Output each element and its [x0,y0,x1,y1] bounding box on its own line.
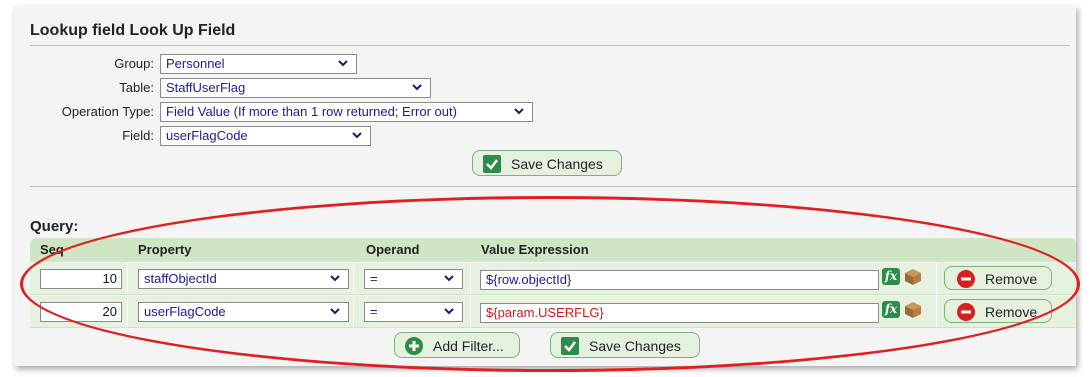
field-row: Field: [14,126,154,148]
group-row: Group: [14,54,154,76]
field-select[interactable]: userFlagCode [160,126,371,146]
table-row: Table: [14,78,154,100]
query-title: Query: [30,218,79,235]
group-label: Group: [114,56,154,71]
group-select-value: Personnel [166,56,225,71]
group-select[interactable]: Personnel [160,54,357,74]
chevron-down-icon [514,108,524,115]
table-select[interactable]: StaffUserFlag [160,78,431,98]
operation-select-value: Field Value (If more than 1 row returned… [166,104,457,119]
panel-title: Lookup field Look Up Field [30,22,236,39]
divider [30,45,1070,46]
operation-type-select[interactable]: Field Value (If more than 1 row returned… [160,102,533,122]
check-icon [483,155,501,173]
save-changes-button[interactable]: Save Changes [472,150,622,176]
table-select-value: StaffUserFlag [166,80,246,95]
chevron-down-icon [338,60,348,67]
operation-row: Operation Type: [14,102,154,124]
chevron-down-icon [412,84,422,91]
save-changes-label: Save Changes [511,156,603,172]
annotation-ellipse [20,196,1080,372]
field-select-value: userFlagCode [166,128,248,143]
divider [30,186,1078,187]
table-label: Table: [119,80,154,95]
field-label: Field: [122,128,154,143]
chevron-down-icon [352,132,362,139]
operation-label: Operation Type: [61,104,154,119]
